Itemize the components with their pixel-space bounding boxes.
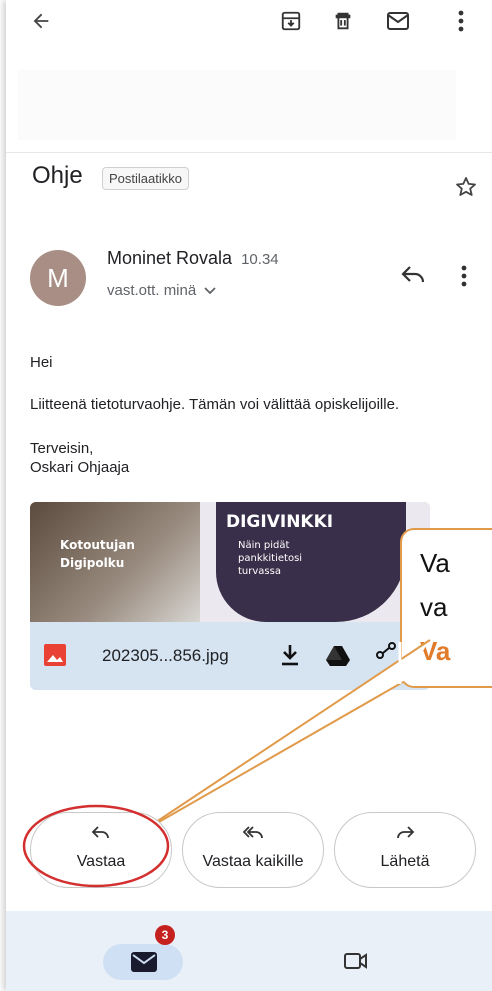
bottom-nav <box>6 911 492 991</box>
nav-mail-tab[interactable] <box>103 944 183 980</box>
unread-badge: 3 <box>155 925 175 945</box>
mail-icon <box>131 952 157 977</box>
highlight-ring <box>22 804 170 888</box>
video-camera-icon[interactable] <box>344 952 368 975</box>
